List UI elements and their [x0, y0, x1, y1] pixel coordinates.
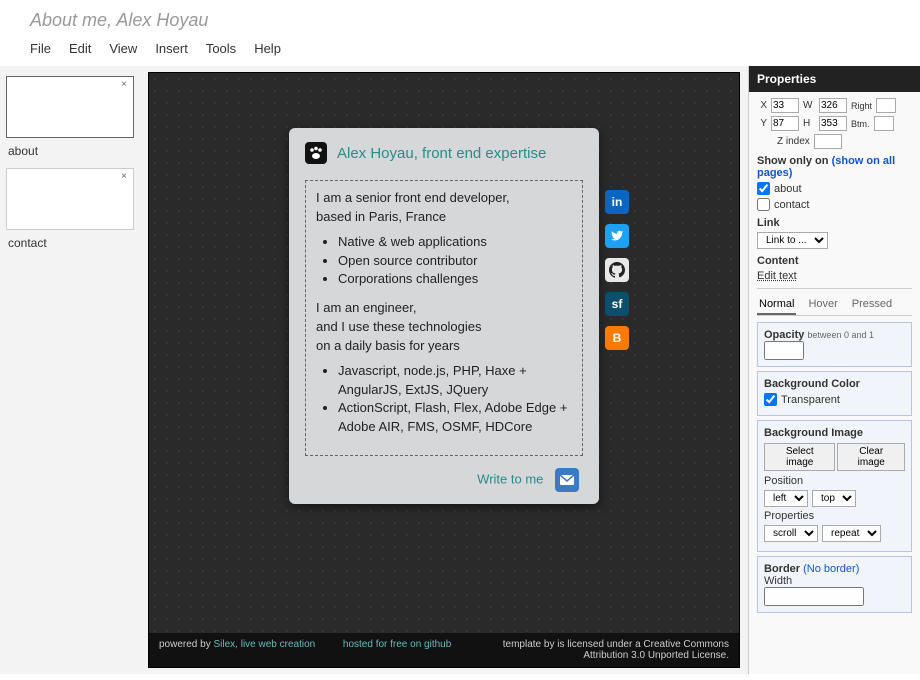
- mid-text: I am an engineer, and I use these techno…: [316, 299, 572, 356]
- sourceforge-icon[interactable]: sf: [605, 292, 629, 316]
- checkbox-contact[interactable]: [757, 198, 770, 211]
- card-title: Alex Hoyau, front end expertise: [337, 145, 546, 162]
- pages-panel: × about × contact: [0, 66, 140, 674]
- label-x: X: [757, 100, 767, 111]
- input-btm[interactable]: [874, 116, 894, 131]
- menu-view[interactable]: View: [109, 41, 137, 56]
- input-x[interactable]: [771, 98, 799, 113]
- label-w: W: [803, 100, 815, 111]
- opacity-hint: between 0 and 1: [807, 330, 874, 340]
- bullet: Corporations challenges: [338, 270, 572, 289]
- input-right[interactable]: [876, 98, 896, 113]
- bullet: Javascript, node.js, PHP, Haxe + Angular…: [338, 362, 572, 400]
- canvas-footer: powered by Silex, live web creation host…: [149, 633, 739, 667]
- transparent-checkbox[interactable]: [764, 393, 777, 406]
- properties-panel: Properties X W Right Y H Btm. Z index: [748, 66, 920, 674]
- app-title: About me, Alex Hoyau: [0, 0, 920, 31]
- menu-insert[interactable]: Insert: [155, 41, 188, 56]
- canvas-area: Alex Hoyau, front end expertise I am a s…: [140, 66, 748, 674]
- menu-help[interactable]: Help: [254, 41, 281, 56]
- bgimage-label: Background Image: [764, 427, 863, 439]
- transparent-label: Transparent: [781, 394, 840, 406]
- props-sub-label: Properties: [764, 510, 905, 522]
- page-thumb-contact[interactable]: ×: [6, 168, 134, 230]
- opacity-input[interactable]: [764, 341, 804, 360]
- content-section-label: Content: [757, 255, 912, 267]
- pos-h-select[interactable]: left: [764, 490, 808, 507]
- link-section-label: Link: [757, 217, 912, 229]
- tab-normal[interactable]: Normal: [757, 295, 796, 315]
- content-card[interactable]: Alex Hoyau, front end expertise I am a s…: [289, 128, 599, 504]
- github-link[interactable]: hosted for free on github: [343, 639, 451, 650]
- menu-tools[interactable]: Tools: [206, 41, 236, 56]
- input-z[interactable]: [814, 134, 842, 149]
- input-y[interactable]: [771, 116, 799, 131]
- bgcolor-label: Background Color: [764, 378, 860, 390]
- write-to-me-link[interactable]: Write to me: [305, 468, 583, 492]
- clear-image-button[interactable]: Clear image: [837, 443, 905, 471]
- border-width-input[interactable]: [764, 587, 864, 606]
- silex-link[interactable]: Silex, live web creation: [213, 639, 315, 650]
- page-thumb-about[interactable]: ×: [6, 76, 134, 138]
- github-icon[interactable]: [605, 258, 629, 282]
- tab-pressed[interactable]: Pressed: [850, 295, 894, 315]
- twitter-icon[interactable]: [605, 224, 629, 248]
- bullet: Open source contributor: [338, 252, 572, 271]
- social-column: in sf B: [605, 190, 629, 350]
- page-label: about: [6, 144, 134, 158]
- menu-edit[interactable]: Edit: [69, 41, 91, 56]
- page-label: contact: [6, 236, 134, 250]
- bullet: ActionScript, Flash, Flex, Adobe Edge + …: [338, 399, 572, 437]
- close-icon[interactable]: ×: [121, 79, 127, 90]
- checkbox-about[interactable]: [757, 182, 770, 195]
- input-w[interactable]: [819, 98, 847, 113]
- label-z: Z index: [777, 136, 810, 147]
- close-icon[interactable]: ×: [121, 171, 127, 182]
- menu-file[interactable]: File: [30, 41, 51, 56]
- pos-v-select[interactable]: top: [812, 490, 856, 507]
- show-only-label: Show only on: [757, 155, 832, 167]
- linkedin-icon[interactable]: in: [605, 190, 629, 214]
- label-btm: Btm.: [851, 119, 870, 129]
- link-select[interactable]: Link to ...: [757, 232, 828, 249]
- checkbox-label: about: [774, 183, 802, 195]
- no-border-link[interactable]: (No border): [803, 563, 859, 575]
- blogger-icon[interactable]: B: [605, 326, 629, 350]
- properties-header: Properties: [749, 66, 920, 92]
- state-tabs: Normal Hover Pressed: [757, 295, 912, 316]
- mail-icon: [555, 468, 579, 492]
- scroll-select[interactable]: scroll: [764, 525, 818, 542]
- label-y: Y: [757, 118, 767, 129]
- select-image-button[interactable]: Select image: [764, 443, 835, 471]
- intro-text: I am a senior front end developer, based…: [316, 189, 572, 227]
- border-label: Border: [764, 563, 800, 575]
- bullet: Native & web applications: [338, 233, 572, 252]
- position-label: Position: [764, 475, 905, 487]
- tab-hover[interactable]: Hover: [806, 295, 839, 315]
- repeat-select[interactable]: repeat: [822, 525, 881, 542]
- label-h: H: [803, 118, 815, 129]
- edit-text-link[interactable]: Edit text: [757, 270, 797, 282]
- checkbox-label: contact: [774, 199, 809, 211]
- opacity-label: Opacity: [764, 329, 804, 341]
- text-block-selected[interactable]: I am a senior front end developer, based…: [305, 180, 583, 456]
- input-h[interactable]: [819, 116, 847, 131]
- paw-icon: [305, 142, 327, 164]
- canvas[interactable]: Alex Hoyau, front end expertise I am a s…: [148, 72, 740, 668]
- width-label: Width: [764, 575, 792, 587]
- menubar: File Edit View Insert Tools Help: [0, 31, 920, 66]
- label-right: Right: [851, 101, 872, 111]
